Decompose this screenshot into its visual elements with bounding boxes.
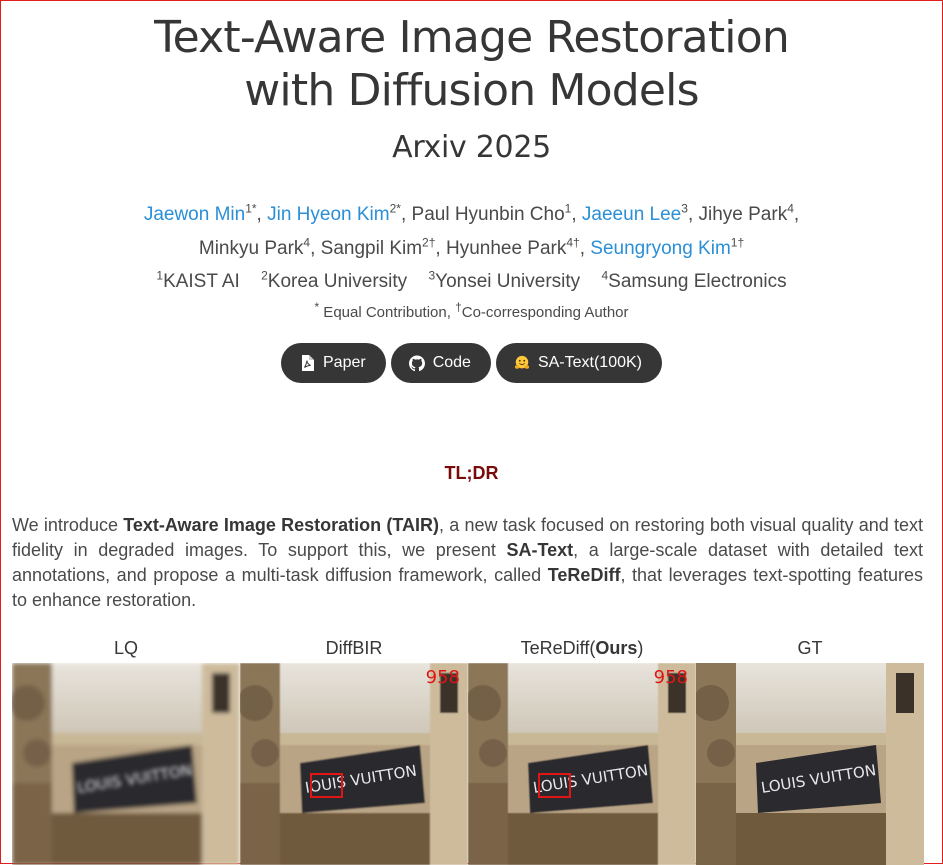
affiliation-name: Korea University [267, 271, 408, 292]
author-sup: 1* [245, 201, 257, 216]
author-sep: , [579, 238, 591, 259]
affiliation: 4Samsung Electronics [601, 270, 787, 292]
affiliation: 1KAIST AI [156, 270, 240, 292]
corresponding-text: Co-corresponding Author [461, 304, 629, 321]
author-sep: , [435, 238, 446, 259]
affiliation-name: KAIST AI [163, 271, 240, 292]
affiliation-list: 1KAIST AI 2Korea University 3Yonsei Univ… [1, 267, 942, 297]
affiliation-name: Yonsei University [435, 271, 581, 292]
author-sep: , [793, 204, 800, 225]
pdf-icon [299, 354, 315, 372]
author-line-1: Jaewon Min1*, Jin Hyeon Kim2*, Paul Hyun… [1, 198, 942, 232]
author-sep: , [400, 204, 412, 225]
affiliation-name: Samsung Electronics [608, 271, 787, 292]
author-name: Paul Hyunbin Cho [411, 204, 565, 225]
lq-label: LQ [113, 638, 138, 658]
corresponding-mark: † [455, 300, 462, 314]
highlight-box [538, 773, 571, 798]
title-line-2: with Diffusion Models [244, 65, 699, 116]
author-line-2: Minkyu Park4, Sangpil Kim2†, Hyunhee Par… [1, 232, 942, 266]
author-sup: 2† [422, 235, 436, 250]
panel-badge: 958 [653, 667, 688, 688]
dataset-button[interactable]: SA-Text(100K) [495, 343, 662, 383]
ours-image: LOUIS VUITTON 958 [468, 663, 696, 865]
ours-label-bold: Ours [595, 638, 638, 658]
author-link[interactable]: Jin Hyeon Kim [267, 204, 390, 225]
title-line-1: Text-Aware Image Restoration [154, 12, 790, 63]
storefront-photo: LOUIS VUITTON [468, 663, 696, 865]
code-button[interactable]: Code [390, 343, 491, 383]
ours-label-prefix: TeReDiff( [520, 638, 596, 658]
storefront-photo: LOUIS VUITTON [696, 663, 924, 865]
equal-contribution-text: Equal Contribution, [319, 304, 456, 321]
method-name: TeReDiff [547, 565, 621, 585]
tldr-abstract: We introduce Text-Aware Image Restoratio… [12, 513, 923, 613]
author-sup: 4 [787, 201, 794, 216]
storefront-photo: IOUIS VUITTON [240, 663, 468, 865]
gt-image: LOUIS VUITTON [696, 663, 924, 865]
venue: Arxiv 2025 [392, 130, 551, 165]
affiliation-sup: 2 [261, 268, 268, 283]
task-name: Text-Aware Image Restoration (TAIR) [123, 515, 440, 535]
author-list: Jaewon Min1*, Jin Hyeon Kim2*, Paul Hyun… [1, 198, 942, 266]
author-link[interactable]: Jaewon Min [144, 204, 245, 225]
gt-label: GT [797, 638, 823, 658]
author-sep: , [256, 204, 268, 225]
author-name: Hyunhee Park [445, 238, 567, 259]
dataset-name: SA-Text [506, 540, 574, 560]
author-sep: , [310, 238, 321, 259]
abstract-text: We introduce [12, 515, 124, 535]
author-sup: 1† [730, 235, 745, 250]
comparison-image-strip: LOUIS VUITTON IOUIS VUITTON 958 LOUIS VUI… [12, 663, 924, 865]
comparison-labels: LQ DiffBIR TeReDiff(Ours) GT [12, 638, 924, 659]
code-button-label: Code [432, 354, 471, 371]
lq-image: LOUIS VUITTON [12, 663, 240, 865]
diffbir-image: IOUIS VUITTON 958 [240, 663, 468, 865]
paper-button[interactable]: Paper [281, 343, 386, 383]
github-icon [408, 354, 425, 372]
affiliation: 3Yonsei University [428, 270, 581, 292]
author-sup: 2* [389, 201, 401, 216]
author-link[interactable]: Jaeeun Lee [582, 204, 681, 225]
author-notes: * Equal Contribution, †Co-corresponding … [1, 301, 942, 325]
page-title: Text-Aware Image Restoration with Diffus… [1, 11, 942, 117]
link-buttons: Paper Code SA-Text(100K) [1, 343, 942, 383]
affiliation: 2Korea University [261, 268, 408, 292]
author-sup: 3 [681, 201, 688, 216]
tldr-heading: TL;DR [444, 463, 499, 483]
author-sep: , [687, 204, 699, 225]
dataset-button-label: SA-Text(100K) [537, 354, 642, 371]
ours-label-suffix: ) [637, 638, 644, 658]
author-name: Jihye Park [698, 204, 788, 225]
diffbir-label: DiffBIR [325, 638, 383, 658]
author-sup: 4† [566, 235, 580, 250]
highlight-box [310, 773, 343, 798]
author-name: Sangpil Kim [320, 238, 423, 259]
paper-button-label: Paper [323, 354, 366, 371]
author-name: Minkyu Park [198, 238, 304, 259]
ours-label: TeReDiff(Ours) [468, 638, 696, 659]
hugging-face-emoji-icon [514, 354, 530, 372]
author-link[interactable]: Seungryong Kim [590, 238, 730, 259]
panel-badge: 958 [425, 667, 460, 688]
storefront-photo: LOUIS VUITTON [12, 663, 240, 865]
author-sep: , [571, 204, 582, 225]
